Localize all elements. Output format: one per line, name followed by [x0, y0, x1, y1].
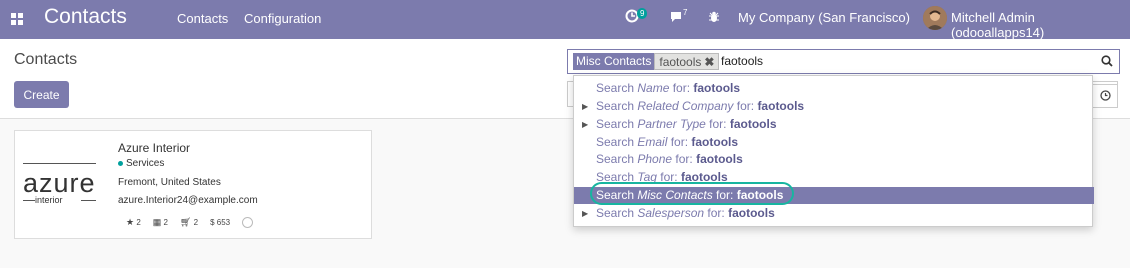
meetings-count: 2 [163, 218, 168, 227]
autocomplete-item-phone[interactable]: Search Phone for: faotools [574, 151, 1094, 168]
search-icon[interactable] [1101, 55, 1113, 70]
messages-icon[interactable] [669, 10, 683, 26]
facet-remove-icon[interactable]: ✖ [704, 55, 714, 69]
item-term: faotools [757, 99, 805, 113]
item-prefix: Search [596, 152, 638, 166]
page-title: Contacts [14, 51, 78, 68]
search-input[interactable] [721, 54, 1021, 68]
facet-category: Misc Contacts [573, 53, 655, 70]
item-mid: for: [672, 152, 697, 166]
logo-divider [23, 200, 35, 201]
menu-contacts[interactable]: Contacts [177, 11, 228, 26]
search-facet: Misc Contacts faotools ✖ [573, 53, 720, 70]
logo-divider [81, 200, 96, 201]
autocomplete-item-salesperson[interactable]: ▶ Search Salesperson for: faotools [574, 205, 1094, 222]
sales-stat[interactable]: 🛒︎ 2 [180, 217, 198, 228]
meetings-stat[interactable]: ▦ 2 [153, 217, 168, 228]
contact-stats: ★ 2 ▦ 2 🛒︎ 2 $ 653 [126, 217, 254, 228]
item-field: Phone [637, 152, 673, 166]
item-field: Name [637, 81, 670, 95]
debug-bug-icon[interactable] [708, 10, 720, 27]
item-term: faotools [729, 117, 777, 131]
expand-caret-icon[interactable]: ▶ [582, 205, 588, 222]
create-button[interactable]: Create [14, 81, 69, 108]
item-field: Salesperson [637, 206, 705, 220]
highlight-annotation-ring [590, 182, 794, 205]
item-mid: for: [667, 135, 692, 149]
activity-status-icon[interactable] [242, 217, 254, 228]
item-prefix: Search [596, 117, 638, 131]
item-term: faotools [696, 152, 743, 166]
app-brand[interactable]: Contacts [44, 5, 127, 29]
contact-card[interactable]: azure interior Azure Interior Services F… [14, 130, 372, 239]
messages-count: 7 [683, 8, 688, 17]
autocomplete-item-related-company[interactable]: ▶ Search Related Company for: faotools [574, 98, 1094, 115]
facet-value-wrap: faotools ✖ [654, 53, 720, 70]
item-field: Email [637, 135, 668, 149]
logo-divider [23, 163, 96, 164]
item-term: faotools [728, 206, 775, 220]
item-prefix: Search [596, 99, 638, 113]
item-prefix: Search [596, 135, 638, 149]
company-logo-sub: interior [35, 195, 63, 205]
stars-count: 2 [136, 218, 141, 227]
facet-value: faotools [659, 55, 702, 69]
company-switcher[interactable]: My Company (San Francisco) [738, 10, 910, 25]
calendar-icon: ▦ [152, 217, 162, 227]
contact-tag-label: Services [126, 158, 165, 169]
autocomplete-item-email[interactable]: Search Email for: faotools [574, 134, 1094, 151]
contact-name[interactable]: Azure Interior [118, 141, 190, 155]
item-prefix: Search [596, 81, 638, 95]
top-navbar: Contacts Contacts Configuration 9 7 My C… [0, 0, 1130, 40]
cart-icon: 🛒︎ [179, 217, 192, 227]
apps-menu-icon[interactable] [11, 13, 23, 25]
search-bar[interactable]: Misc Contacts faotools ✖ [567, 49, 1120, 74]
autocomplete-item-partner-type[interactable]: ▶ Search Partner Type for: faotools [574, 116, 1094, 133]
activity-count-badge: 9 [637, 8, 648, 19]
autocomplete-item-name[interactable]: Search Name for: faotools [574, 80, 1094, 97]
sales-count: 2 [193, 218, 199, 227]
stars-stat[interactable]: ★ 2 [126, 217, 141, 228]
user-menu[interactable]: Mitchell Admin (odooallapps14) [951, 10, 1130, 40]
expand-caret-icon[interactable]: ▶ [582, 116, 588, 133]
contact-email: azure.Interior24@example.com [118, 195, 258, 206]
item-mid: for: [705, 117, 730, 131]
menu-configuration[interactable]: Configuration [244, 11, 321, 26]
contact-tag: Services [118, 158, 164, 169]
item-mid: for: [669, 81, 694, 95]
item-term: faotools [691, 135, 739, 149]
activity-view-button[interactable] [1092, 84, 1118, 108]
invoiced-stat[interactable]: $ 653 [210, 218, 230, 227]
star-icon: ★ [126, 217, 135, 227]
item-field: Related Company [637, 99, 734, 113]
contact-address: Fremont, United States [118, 177, 221, 188]
item-term: faotools [693, 81, 741, 95]
user-avatar[interactable] [923, 6, 947, 30]
item-mid: for: [704, 206, 729, 220]
item-field: Partner Type [637, 117, 706, 131]
item-prefix: Search [596, 206, 638, 220]
item-mid: for: [733, 99, 758, 113]
expand-caret-icon[interactable]: ▶ [582, 98, 588, 115]
